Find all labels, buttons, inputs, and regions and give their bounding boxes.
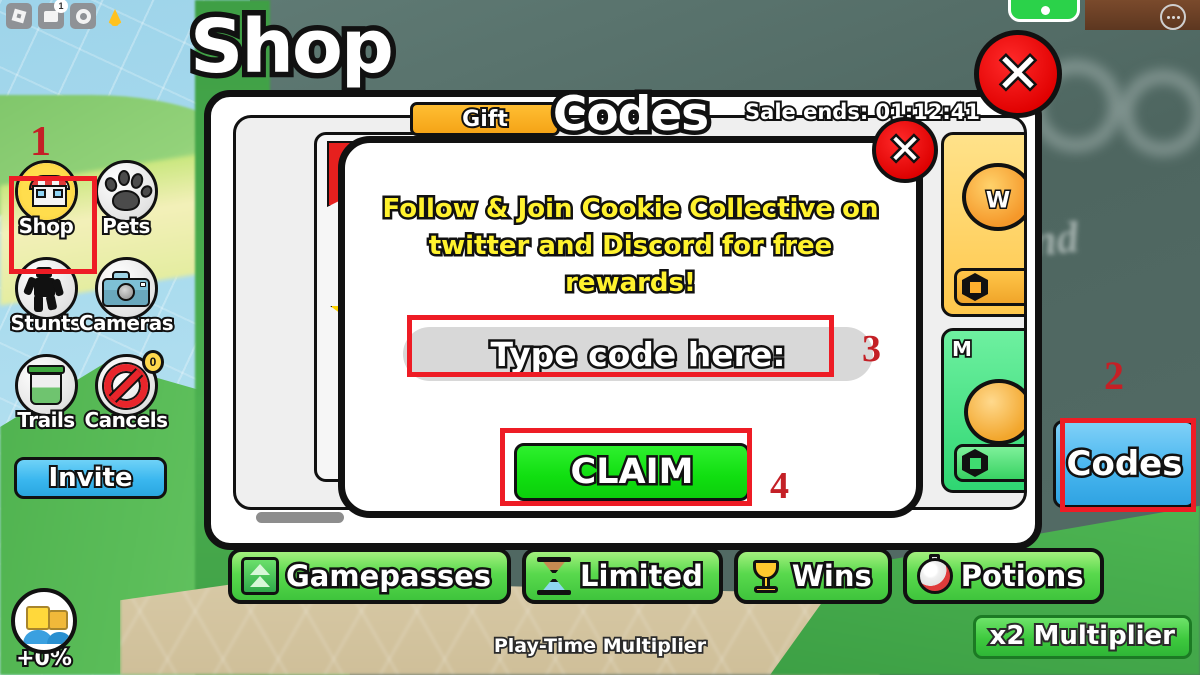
wall-decor-circle xyxy=(1120,70,1200,156)
tab-potions[interactable]: Potions xyxy=(902,548,1104,604)
gamepass-arrow-icon xyxy=(241,557,279,595)
claim-button[interactable]: CLAIM xyxy=(514,443,750,501)
gear-icon[interactable] xyxy=(70,3,96,29)
sidebar-item-cancels[interactable]: 0 Cancels xyxy=(82,350,170,449)
sidebar-label-cancels: Cancels xyxy=(82,406,170,434)
sidebar-item-trails[interactable]: Trails xyxy=(6,354,86,449)
sidebar-label-cameras: Cameras xyxy=(77,309,176,337)
annotation-number-4: 4 xyxy=(770,465,789,507)
friends-bonus-badge[interactable]: +0% xyxy=(6,588,82,673)
scrollbar-handle[interactable] xyxy=(256,512,344,523)
price-chip[interactable] xyxy=(954,268,1024,306)
sidebar-label-trails: Trails xyxy=(15,406,77,434)
sidebar-label-pets: Pets xyxy=(100,212,152,240)
close-icon: ✕ xyxy=(886,127,924,173)
shop-item-card[interactable]: W xyxy=(941,132,1024,317)
sidebar-label-shop: Shop xyxy=(17,212,76,240)
codes-side-label: Codes xyxy=(1064,442,1185,487)
tab-label: Wins xyxy=(789,557,874,596)
bell-icon[interactable] xyxy=(102,3,128,29)
claim-label: CLAIM xyxy=(568,450,696,495)
coin-label: W xyxy=(984,187,1011,215)
item-label: M xyxy=(950,335,973,363)
tab-label: Gamepasses xyxy=(283,557,493,596)
cancels-count-badge: 0 xyxy=(142,350,164,374)
annotation-number-1: 1 xyxy=(30,119,51,165)
potion-icon xyxy=(916,554,954,595)
more-options-icon[interactable] xyxy=(1160,4,1186,30)
trophy-icon xyxy=(747,557,785,595)
sidebar-item-pets[interactable]: Pets xyxy=(86,160,166,255)
green-hud-tab xyxy=(1008,0,1080,22)
chat-icon[interactable]: 1 xyxy=(38,0,68,29)
annotation-number-2: 2 xyxy=(1104,353,1124,398)
invite-button[interactable]: Invite xyxy=(14,457,167,499)
roblox-topbar: 1 xyxy=(6,0,128,32)
codes-side-button[interactable]: Codes xyxy=(1053,420,1196,508)
invite-label: Invite xyxy=(46,461,134,495)
sidebar-item-stunts[interactable]: Stunts xyxy=(6,257,86,352)
robux-icon xyxy=(962,273,988,301)
coin-icon xyxy=(964,379,1024,445)
codes-close-button[interactable]: ✕ xyxy=(872,117,938,183)
left-sidebar: Shop Pets Stunts Cameras Trails 0 Cancel… xyxy=(6,160,181,499)
coin-icon: W xyxy=(962,163,1024,231)
price-chip[interactable] xyxy=(954,444,1024,482)
code-input[interactable]: Type code here: xyxy=(403,327,873,381)
tab-label: Limited xyxy=(578,557,706,596)
multiplier-badge: x2 Multiplier xyxy=(972,615,1192,659)
tab-gamepasses[interactable]: Gamepasses xyxy=(228,548,512,604)
code-input-placeholder: Type code here: xyxy=(488,332,788,376)
codes-dialog-title: Codes xyxy=(548,83,713,147)
tab-label: Potions xyxy=(958,557,1086,596)
chat-badge: 1 xyxy=(54,0,68,13)
tab-wins[interactable]: Wins xyxy=(733,548,892,604)
shop-tab-bar: Gamepasses Limited Wins Potions xyxy=(228,548,1104,604)
codes-description: Follow & Join Cookie Collective on twitt… xyxy=(380,192,881,301)
annotation-number-3: 3 xyxy=(862,328,881,370)
shop-close-button[interactable]: ✕ xyxy=(974,30,1062,118)
close-icon: ✕ xyxy=(993,42,1043,105)
codes-dialog: Codes ✕ Follow & Join Cookie Collective … xyxy=(338,83,938,518)
sidebar-item-cameras[interactable]: Cameras xyxy=(77,257,176,352)
robux-icon xyxy=(962,449,988,477)
tab-limited[interactable]: Limited xyxy=(522,548,723,604)
page-title: Shop xyxy=(185,4,400,90)
roblox-logo-icon[interactable] xyxy=(6,3,32,29)
sidebar-item-shop[interactable]: Shop xyxy=(6,160,86,255)
sidebar-label-stunts: Stunts xyxy=(9,309,84,337)
hourglass-icon xyxy=(535,557,573,595)
shop-item-card[interactable]: M xyxy=(941,328,1024,493)
friends-icon xyxy=(11,588,77,654)
